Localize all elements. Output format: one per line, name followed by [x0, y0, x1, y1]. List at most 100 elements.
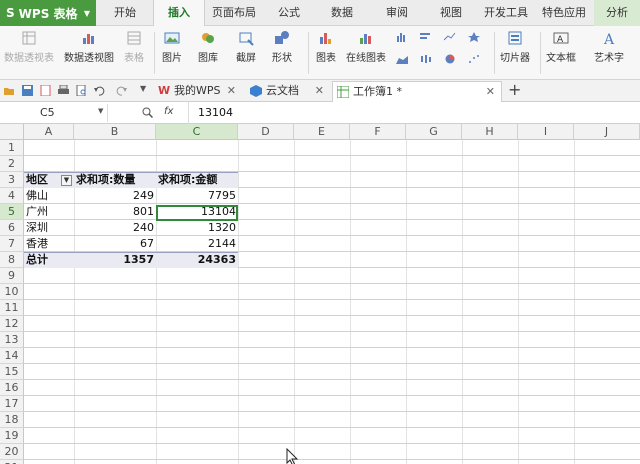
tab-view[interactable]: 视图 [428, 0, 474, 26]
row-header[interactable]: 9 [0, 268, 24, 284]
export-icon[interactable] [40, 85, 51, 96]
select-all-corner[interactable] [0, 124, 24, 140]
pivot-cell-qty[interactable]: 801 [74, 204, 156, 220]
picture-button[interactable]: 图片 [162, 30, 182, 64]
column-chart-icon[interactable] [396, 32, 408, 42]
column-header-i[interactable]: I [518, 124, 574, 140]
column-header-f[interactable]: F [350, 124, 406, 140]
undo-icon[interactable] [94, 85, 105, 96]
zoom-icon[interactable] [142, 107, 153, 118]
tab-home[interactable]: 开始 [102, 0, 148, 26]
online-chart-button[interactable]: 在线图表 [346, 30, 386, 64]
column-header-c[interactable]: C [156, 124, 238, 140]
new-tab-icon[interactable]: + [508, 80, 521, 100]
column-header-b[interactable]: B [74, 124, 156, 140]
column-header-h[interactable]: H [462, 124, 518, 140]
row-header[interactable]: 17 [0, 396, 24, 412]
row-header[interactable]: 16 [0, 380, 24, 396]
pivot-cell-region[interactable]: 深圳 [24, 220, 74, 236]
pie-chart-icon[interactable] [444, 54, 456, 64]
pivot-chart-button[interactable]: 数据透视图 [64, 30, 114, 64]
chevron-down-icon[interactable]: ▼ [98, 107, 103, 115]
redo-icon[interactable] [116, 85, 127, 96]
row-header[interactable]: 8 [0, 252, 24, 268]
doc-tab-my-wps[interactable]: W 我的WPS ✕ [154, 81, 242, 102]
line-chart-icon[interactable] [444, 32, 456, 42]
pivot-cell-region[interactable]: 香港 [24, 236, 74, 252]
tab-data[interactable]: 数据 [318, 0, 366, 26]
column-header-a[interactable]: A [24, 124, 74, 140]
table-button[interactable]: 表格 [124, 30, 144, 64]
row-header[interactable]: 10 [0, 284, 24, 300]
tab-page-layout[interactable]: 页面布局 [206, 0, 262, 26]
close-icon[interactable]: ✕ [227, 81, 236, 101]
pivot-cell-qty[interactable]: 249 [74, 188, 156, 204]
pivot-total-qty[interactable]: 1357 [74, 252, 156, 268]
row-header[interactable]: 4 [0, 188, 24, 204]
pivot-cell-qty[interactable]: 67 [74, 236, 156, 252]
star-chart-icon[interactable] [468, 32, 480, 42]
pivot-header-qty[interactable]: 求和项:数量 [74, 172, 156, 188]
tab-analyze[interactable]: 分析 [594, 0, 640, 26]
screenshot-button[interactable]: 截屏 [236, 30, 256, 64]
column-header-j[interactable]: J [574, 124, 640, 140]
column-header-g[interactable]: G [406, 124, 462, 140]
row-header[interactable]: 13 [0, 332, 24, 348]
row-header[interactable]: 19 [0, 428, 24, 444]
save-icon[interactable] [22, 85, 33, 96]
row-header[interactable]: 3 [0, 172, 24, 188]
pivot-total-label[interactable]: 总计 [24, 252, 74, 268]
print-icon[interactable] [58, 85, 69, 96]
doc-tab-cloud[interactable]: 云文档 ✕ [246, 81, 330, 102]
pivot-cell-region[interactable]: 佛山 [24, 188, 74, 204]
column-header-d[interactable]: D [238, 124, 294, 140]
app-menu-button[interactable]: S WPS 表格 ▼ [0, 0, 96, 26]
row-header[interactable]: 14 [0, 348, 24, 364]
bar-chart-icon[interactable] [420, 32, 432, 42]
chart-button[interactable]: 图表 [316, 30, 336, 64]
tab-developer[interactable]: 开发工具 [478, 0, 534, 26]
pivot-cell-amount[interactable]: 7795 [156, 188, 238, 204]
filter-dropdown-icon[interactable]: ▼ [61, 175, 72, 186]
row-header[interactable]: 1 [0, 140, 24, 156]
row-header[interactable]: 6 [0, 220, 24, 236]
spreadsheet-grid[interactable]: A B C D E F G H I J 1 2 3 4 5 6 7 8 9 10… [0, 124, 640, 464]
row-header[interactable]: 2 [0, 156, 24, 172]
name-box[interactable]: C5 [0, 104, 108, 122]
pivot-cell-amount[interactable]: 1320 [156, 220, 238, 236]
pivot-cell-qty[interactable]: 240 [74, 220, 156, 236]
fx-icon[interactable]: fx [164, 106, 173, 117]
wordart-button[interactable]: A 艺术字 [594, 30, 624, 64]
row-header[interactable]: 15 [0, 364, 24, 380]
pivot-total-amount[interactable]: 24363 [156, 252, 238, 268]
close-icon[interactable]: ✕ [486, 82, 495, 102]
column-header-e[interactable]: E [294, 124, 350, 140]
gallery-button[interactable]: 图库 [198, 30, 218, 64]
row-header[interactable]: 20 [0, 444, 24, 460]
tab-formula[interactable]: 公式 [266, 0, 312, 26]
formula-input[interactable]: 13104 [198, 104, 233, 122]
shapes-button[interactable]: 形状 [272, 30, 292, 64]
textbox-button[interactable]: A 文本框 [546, 30, 576, 64]
row-header[interactable]: 11 [0, 300, 24, 316]
row-header[interactable]: 21 [0, 460, 24, 464]
close-icon[interactable]: ✕ [315, 81, 324, 101]
stock-chart-icon[interactable] [420, 54, 432, 64]
tab-review[interactable]: 审阅 [374, 0, 420, 26]
tab-special[interactable]: 特色应用 [536, 0, 592, 26]
slicer-button[interactable]: 切片器 [500, 30, 530, 64]
doc-tab-workbook[interactable]: 工作簿1 * ✕ [332, 81, 502, 102]
print-preview-icon[interactable] [76, 85, 87, 96]
scatter-chart-icon[interactable] [468, 54, 480, 64]
customize-dropdown-icon[interactable]: ▼ [140, 84, 146, 93]
pivot-cell-region[interactable]: 广州 [24, 204, 74, 220]
pivot-header-amount[interactable]: 求和项:金额 [156, 172, 238, 188]
row-header[interactable]: 12 [0, 316, 24, 332]
open-folder-icon[interactable] [4, 85, 15, 96]
row-header[interactable]: 5 [0, 204, 24, 220]
row-header[interactable]: 7 [0, 236, 24, 252]
row-header[interactable]: 18 [0, 412, 24, 428]
area-chart-icon[interactable] [396, 54, 408, 64]
pivot-table-button[interactable]: 数据透视表 [4, 30, 54, 64]
tab-insert[interactable]: 插入 [153, 0, 205, 27]
